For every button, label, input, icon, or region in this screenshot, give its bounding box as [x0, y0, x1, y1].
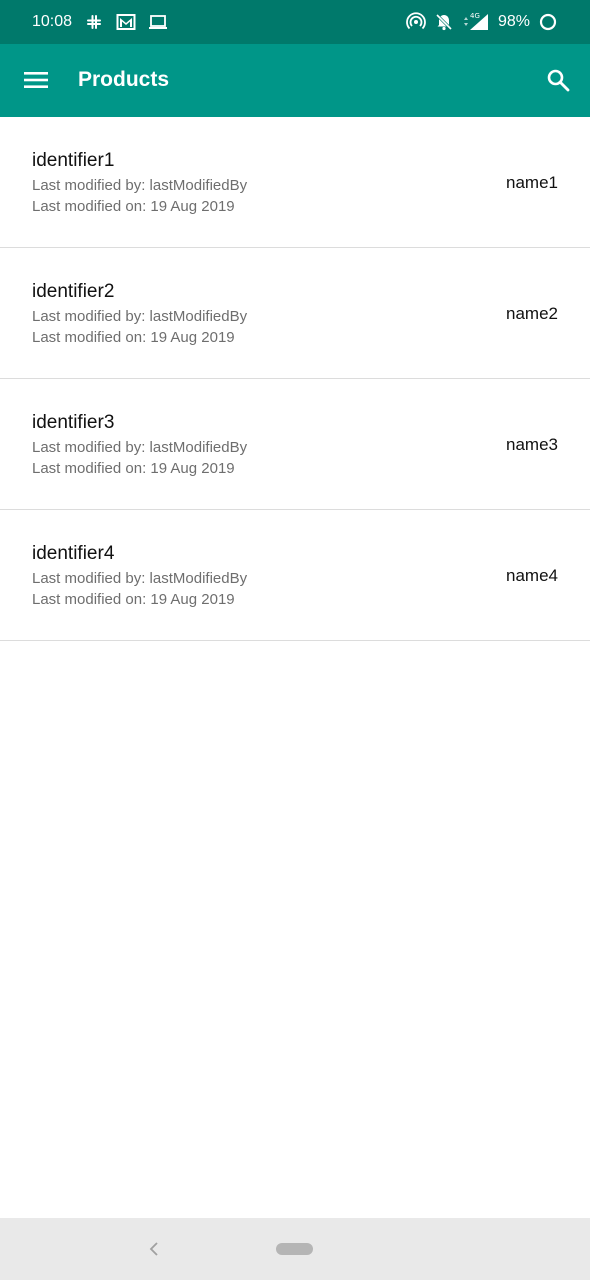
- product-modified-on: Last modified on: 19 Aug 2019: [32, 198, 235, 215]
- status-right: 4G 98%: [406, 12, 558, 32]
- product-modified-on: Last modified on: 19 Aug 2019: [32, 591, 235, 608]
- product-modified-by: Last modified by: lastModifiedBy: [32, 439, 248, 456]
- system-nav-bar: [0, 1218, 590, 1280]
- product-identifier: identifier4: [32, 543, 115, 564]
- search-button[interactable]: [544, 66, 572, 94]
- back-icon: [149, 1242, 158, 1256]
- product-identifier: identifier3: [32, 412, 115, 433]
- product-identifier: identifier1: [32, 150, 115, 171]
- battery-percent: 98%: [497, 13, 530, 30]
- product-name: name3: [506, 435, 558, 454]
- product-modified-by: Last modified by: lastModifiedBy: [32, 308, 248, 325]
- status-time: 10:08: [32, 13, 73, 30]
- product-list-item[interactable]: identifier3 Last modified by: lastModifi…: [0, 379, 590, 510]
- slack-icon: [84, 12, 104, 32]
- product-name: name1: [506, 173, 558, 192]
- home-pill-icon[interactable]: [276, 1243, 313, 1255]
- product-name: name2: [506, 304, 558, 323]
- product-name: name4: [506, 566, 558, 585]
- laptop-icon: [148, 12, 168, 32]
- product-modified-by: Last modified by: lastModifiedBy: [32, 177, 248, 194]
- bell-off-icon: [434, 12, 454, 32]
- product-list-item[interactable]: identifier4 Last modified by: lastModifi…: [0, 510, 590, 641]
- product-list-item[interactable]: identifier2 Last modified by: lastModifi…: [0, 248, 590, 379]
- product-identifier: identifier2: [32, 281, 115, 302]
- hamburger-menu-icon: [24, 72, 48, 88]
- hotspot-icon: [406, 12, 426, 32]
- network-type: 4G: [470, 12, 480, 20]
- battery-icon: [538, 12, 558, 32]
- page-title: Products: [78, 68, 170, 91]
- status-left: 10:08: [32, 12, 168, 32]
- product-modified-by: Last modified by: lastModifiedBy: [32, 570, 248, 587]
- gmail-icon: [116, 12, 136, 32]
- app-bar: Products: [0, 44, 590, 117]
- signal-icon: 4G: [462, 12, 490, 32]
- search-icon: [547, 69, 570, 92]
- product-modified-on: Last modified on: 19 Aug 2019: [32, 460, 235, 477]
- back-button[interactable]: [144, 1238, 164, 1260]
- product-modified-on: Last modified on: 19 Aug 2019: [32, 329, 235, 346]
- status-bar: 10:08 4G 98%: [0, 0, 590, 44]
- product-list: identifier1 Last modified by: lastModifi…: [0, 117, 590, 641]
- product-list-item[interactable]: identifier1 Last modified by: lastModifi…: [0, 117, 590, 248]
- menu-button[interactable]: [22, 66, 50, 94]
